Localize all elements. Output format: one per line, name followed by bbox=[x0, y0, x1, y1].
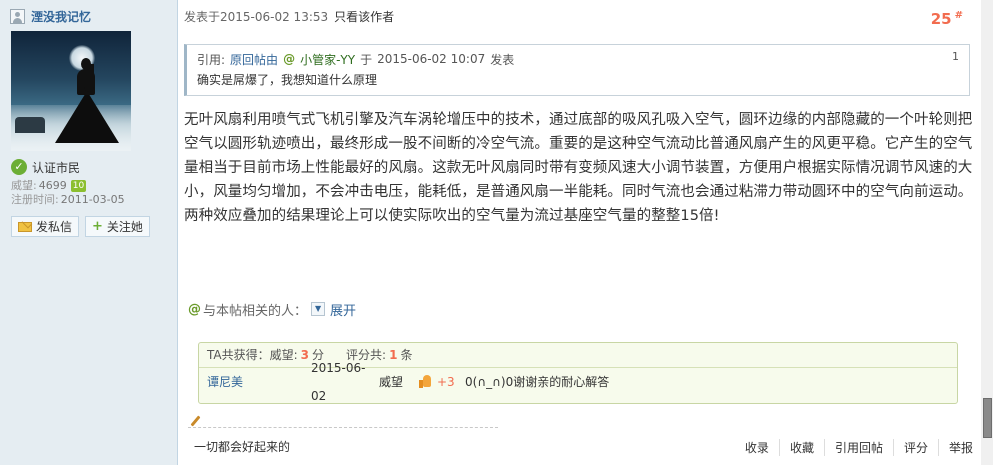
rating-prefix: TA共获得： bbox=[207, 348, 270, 362]
rating-reason: 0(∩_∩)0谢谢亲的耐心解答 bbox=[465, 375, 610, 389]
avatar[interactable] bbox=[11, 31, 131, 151]
quote-date: 2015-06-02 10:07 bbox=[377, 52, 486, 66]
quote-reply-link[interactable]: 引用回帖 bbox=[823, 439, 893, 456]
floor-value: 25 bbox=[930, 10, 952, 28]
quote-body: 确实是屌爆了，我想知道什么原理 bbox=[197, 73, 378, 87]
signature: 一切都会好起来的 bbox=[194, 440, 291, 454]
rate-link[interactable]: 评分 bbox=[892, 439, 938, 456]
user-name-link[interactable]: 湮没我记忆 bbox=[31, 8, 91, 25]
follow-label: 关注她 bbox=[106, 220, 143, 234]
rating-row: 谭尼美 2015-06-02 威望 +3 0(∩_∩)0谢谢亲的耐心解答 bbox=[199, 361, 957, 403]
prestige-value: 4699 bbox=[38, 179, 67, 192]
signature-divider bbox=[188, 427, 498, 428]
report-link[interactable]: 举报 bbox=[937, 439, 983, 456]
expand-button[interactable]: ▼ 展开 bbox=[311, 300, 356, 319]
post-actions: 收录 收藏 引用回帖 评分 举报 bbox=[735, 439, 983, 456]
register-row: 注册时间: 2011-03-05 bbox=[11, 193, 171, 207]
collect-link[interactable]: 收录 bbox=[735, 439, 779, 456]
user-name-row: 湮没我记忆 bbox=[10, 7, 91, 25]
post-header: 发表于2015-06-02 13:53 只看该作者 bbox=[184, 8, 394, 24]
user-badge: ✓ 认证市民 bbox=[11, 158, 171, 176]
send-pm-button[interactable]: 发私信 bbox=[11, 216, 80, 237]
at-icon: @ bbox=[188, 301, 201, 317]
related-people: @ 与本帖相关的人： ▼ 展开 bbox=[188, 300, 356, 319]
send-pm-label: 发私信 bbox=[36, 220, 73, 234]
quote-index: 1 bbox=[952, 50, 959, 63]
pencil-icon bbox=[189, 415, 201, 427]
thumbs-up-icon bbox=[419, 375, 435, 389]
only-author-link[interactable]: 只看该作者 bbox=[334, 8, 394, 24]
prestige-label: 威望: bbox=[11, 179, 37, 192]
rating-prestige-value: 3 bbox=[300, 348, 310, 362]
floor-hash: # bbox=[954, 10, 963, 21]
rating-points: +3 bbox=[437, 375, 455, 389]
scrollbar[interactable] bbox=[981, 0, 993, 465]
user-stats: ✓ 认证市民 威望: 4699 10 注册时间: 2011-03-05 bbox=[11, 158, 171, 207]
rating-date: 2015-06-02 bbox=[311, 361, 366, 403]
rating-box: TA共获得： 威望: 3 分 评分共: 1 条 谭尼美 2015-06-02 威… bbox=[198, 342, 958, 404]
chevron-down-icon: ▼ bbox=[311, 302, 326, 316]
register-date: 2011-03-05 bbox=[60, 193, 125, 206]
post-content: 无叶风扇利用喷气式飞机引擎及汽车涡轮增压中的技术，通过底部的吸风孔吸入空气，圆环… bbox=[184, 112, 973, 224]
quote-block: 引用: 原回帖由 @ 小管家-YY 于 2015-06-02 10:07 发表 … bbox=[184, 44, 970, 96]
rating-unit2: 条 bbox=[400, 348, 413, 362]
user-icon bbox=[10, 8, 25, 24]
user-sidebar: 湮没我记忆 ✓ 认证市民 威望: 4699 10 注册时间: 2011-03-0… bbox=[0, 0, 178, 465]
quote-conj: 于 bbox=[360, 52, 373, 67]
quote-verb: 发表 bbox=[490, 52, 515, 67]
expand-label: 展开 bbox=[330, 303, 357, 319]
badge-label: 认证市民 bbox=[32, 160, 81, 175]
user-actions: 发私信 + 关注她 bbox=[11, 216, 150, 237]
rating-prestige-label: 威望: bbox=[269, 348, 298, 362]
scrollbar-thumb[interactable] bbox=[983, 398, 992, 438]
follow-button[interactable]: + 关注她 bbox=[85, 216, 150, 237]
quote-user-link[interactable]: 小管家-YY bbox=[300, 51, 355, 68]
related-label: 与本帖相关的人： bbox=[203, 303, 308, 319]
floor-number[interactable]: 25 # bbox=[931, 10, 963, 28]
plus-icon: + bbox=[92, 219, 103, 234]
favorite-link[interactable]: 收藏 bbox=[778, 439, 824, 456]
level-badge: 10 bbox=[70, 180, 87, 192]
rating-type: 威望 bbox=[379, 375, 404, 389]
post-time: 发表于2015-06-02 13:53 bbox=[184, 10, 329, 24]
verified-icon: ✓ bbox=[11, 159, 27, 175]
rater-link[interactable]: 谭尼美 bbox=[207, 368, 311, 396]
post-main: 发表于2015-06-02 13:53 只看该作者 25 # 引用: 原回帖由 @… bbox=[178, 0, 993, 465]
prestige-row: 威望: 4699 10 bbox=[11, 179, 171, 193]
quote-prefix: 引用: bbox=[197, 52, 226, 67]
register-label: 注册时间: bbox=[11, 193, 59, 206]
rating-count-value: 1 bbox=[389, 348, 398, 362]
at-icon: @ bbox=[283, 52, 296, 66]
quote-source-link[interactable]: 原回帖由 bbox=[230, 51, 278, 68]
mail-icon bbox=[18, 221, 32, 232]
quote-meta: 引用: 原回帖由 @ 小管家-YY 于 2015-06-02 10:07 发表 bbox=[197, 50, 959, 68]
